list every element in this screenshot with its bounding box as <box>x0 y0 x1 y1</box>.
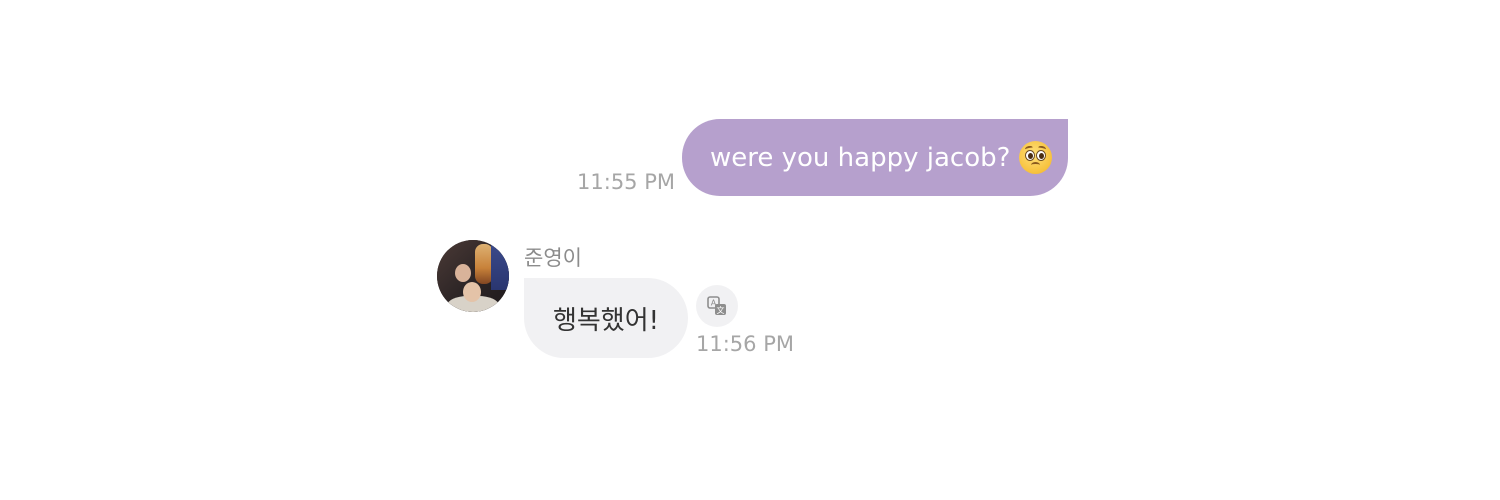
incoming-message-text: 행복했어! <box>552 305 660 336</box>
outgoing-message-timestamp: 11:55 PM <box>577 170 675 194</box>
sender-avatar[interactable] <box>437 240 509 312</box>
outgoing-message-bubble[interactable]: were you happy jacob? <box>682 119 1068 196</box>
outgoing-message-text: were you happy jacob? <box>710 142 1011 173</box>
pleading-face-emoji-icon <box>1019 141 1053 174</box>
incoming-message-bubble[interactable]: 행복했어! <box>524 278 688 358</box>
chat-thread: were you happy jacob? 11:55 PM 준영이 행복했어!… <box>0 0 1500 500</box>
incoming-message-timestamp: 11:56 PM <box>696 332 794 356</box>
svg-text:文: 文 <box>717 305 725 315</box>
sender-name: 준영이 <box>524 246 582 270</box>
translate-icon: A 文 <box>707 296 726 315</box>
translate-button[interactable]: A 文 <box>696 285 738 327</box>
